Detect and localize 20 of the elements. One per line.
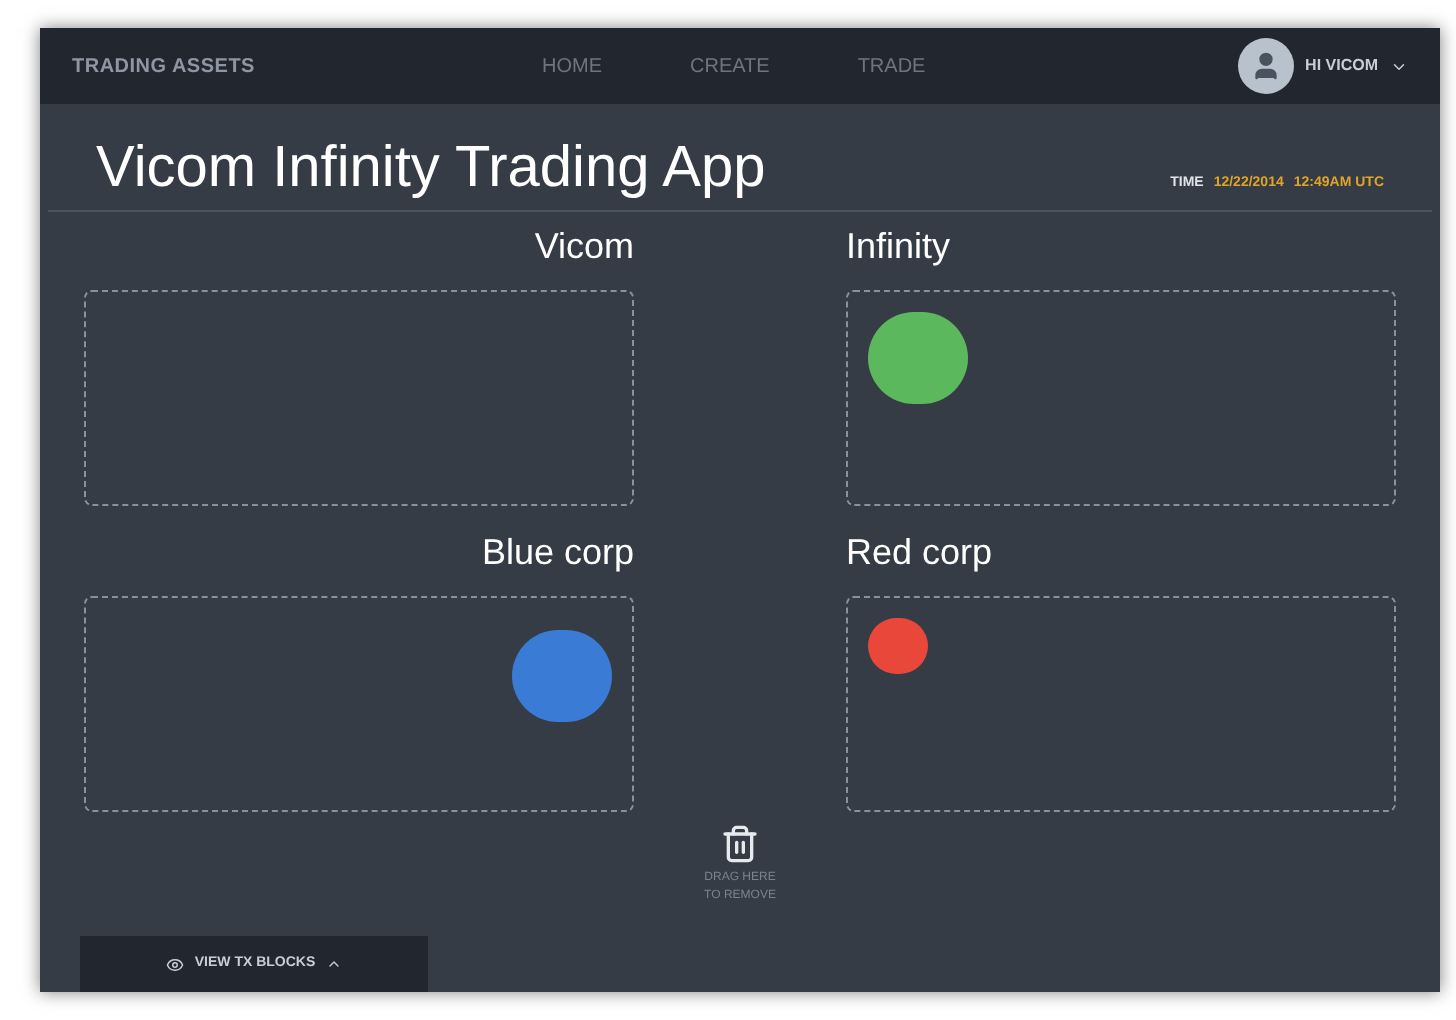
panel-heading: Vicom	[534, 224, 634, 270]
asset-token[interactable]	[868, 618, 928, 674]
page-title: Vicom Infinity Trading App	[96, 140, 766, 198]
caret-icon	[325, 956, 342, 972]
nav-link[interactable]: TRADE	[857, 51, 926, 81]
panel-heading: Red corp	[846, 530, 993, 576]
nav-link[interactable]: HOME	[542, 51, 602, 81]
drop-zone[interactable]	[846, 290, 1396, 506]
drop-zone[interactable]	[846, 596, 1396, 812]
brand-label[interactable]: TRADING ASSETS	[72, 51, 542, 81]
drop-zone[interactable]	[84, 596, 634, 812]
avatar-icon[interactable]	[1237, 38, 1294, 94]
user-menu[interactable]: HI VICOM	[1305, 54, 1378, 78]
panel-heading: Infinity	[846, 224, 951, 270]
nav-link[interactable]: CREATE	[690, 51, 770, 81]
trash-icon[interactable]	[720, 824, 760, 864]
panel-heading: Blue corp	[481, 530, 634, 576]
asset-token[interactable]	[512, 630, 612, 722]
eye-icon	[166, 955, 185, 973]
asset-token[interactable]	[868, 312, 968, 404]
